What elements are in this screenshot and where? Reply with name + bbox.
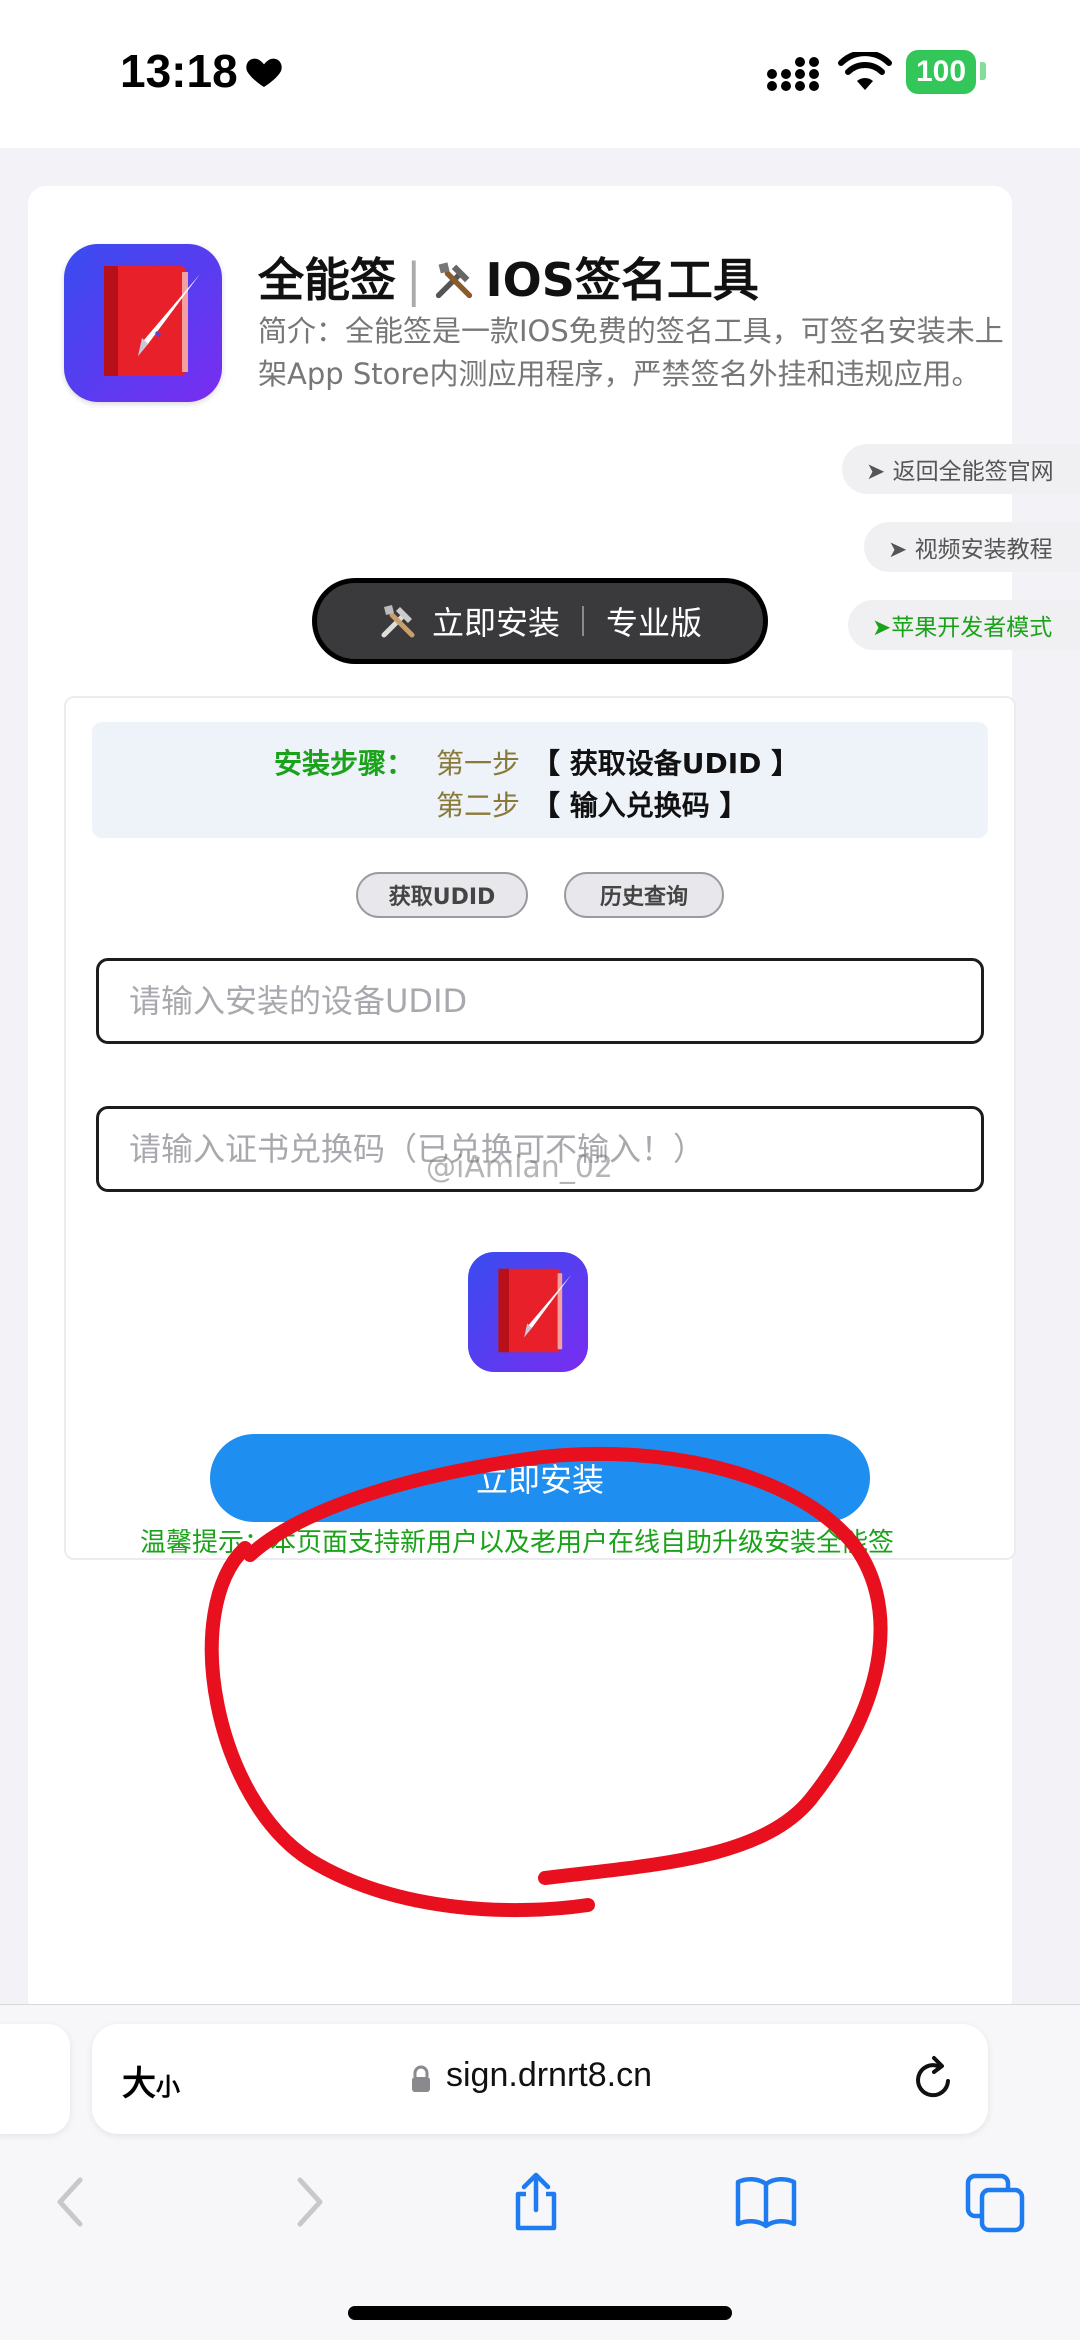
udid-input[interactable] — [96, 958, 984, 1044]
status-time: 13:18 — [120, 45, 238, 97]
back-to-official-site-link[interactable]: ➤ 返回全能签官网 — [842, 444, 1080, 494]
step-1: 第一步【 获取设备UDID 】 — [436, 742, 799, 782]
share-icon[interactable] — [504, 2170, 568, 2234]
get-udid-button[interactable]: 获取UDID — [356, 872, 528, 918]
forward-icon[interactable] — [276, 2170, 340, 2234]
lock-icon — [412, 2065, 430, 2092]
history-query-button[interactable]: 历史查询 — [564, 872, 724, 918]
step-2: 第二步【 输入兑换码 】 — [436, 784, 748, 824]
step-2-num: 第二步 — [436, 789, 521, 822]
cellular-signal-icon — [767, 57, 819, 91]
home-indicator — [348, 2306, 732, 2320]
battery-indicator: 100 — [906, 50, 976, 94]
text-size-big: 大 — [122, 2064, 156, 2104]
bookmarks-icon[interactable] — [734, 2170, 798, 2234]
heart-icon — [246, 58, 282, 87]
tabs-icon[interactable] — [964, 2170, 1028, 2234]
tools-icon — [381, 605, 415, 638]
install-pro-button[interactable]: 立即安装 专业版 — [312, 578, 768, 664]
pen-book-icon — [498, 1268, 572, 1353]
app-icon-small — [468, 1252, 588, 1372]
battery-nub — [980, 62, 986, 80]
step-1-text: 【 获取设备UDID 】 — [532, 747, 800, 780]
app-description: 简介：全能签是一款IOS免费的签名工具，可签名安装未上架App Store内测应… — [258, 314, 1004, 391]
watermark: @iAmlan_02 — [426, 1150, 613, 1185]
text-size-button[interactable]: 大小 — [122, 2056, 180, 2105]
app-subtitle: IOS签名工具 — [485, 253, 759, 307]
pill-divider — [582, 606, 584, 636]
developer-mode-link[interactable]: ➤苹果开发者模式 — [848, 600, 1080, 650]
previous-tab-preview[interactable] — [0, 2024, 70, 2134]
pen-book-icon — [104, 266, 200, 376]
app-icon — [64, 244, 222, 402]
video-tutorial-link[interactable]: ➤ 视频安装教程 — [864, 522, 1080, 572]
install-pill-edition: 专业版 — [606, 604, 703, 642]
app-title: 全能签 | IOS签名工具 — [258, 244, 759, 310]
status-bar: 13:18 100 — [0, 0, 1080, 148]
steps-label: 安装步骤： — [274, 747, 415, 780]
step-2-text: 【 输入兑换码 】 — [532, 789, 748, 822]
tip-text: 温馨提示：本页面支持新用户以及老用户在线自助升级安装全能签 — [140, 1528, 895, 1558]
app-title-text: 全能签 — [258, 253, 396, 307]
text-size-small: 小 — [156, 2073, 180, 2101]
wifi-icon — [838, 52, 892, 90]
title-separator: | — [406, 253, 422, 307]
reload-icon[interactable] — [908, 2054, 958, 2104]
step-1-num: 第一步 — [436, 747, 521, 780]
install-pill-label: 立即安装 — [431, 604, 560, 642]
tools-icon — [435, 262, 472, 299]
url-text: sign.drnrt8.cn — [446, 2056, 652, 2094]
install-submit-button[interactable]: 立即安装 — [210, 1434, 870, 1522]
back-icon[interactable] — [40, 2170, 104, 2234]
